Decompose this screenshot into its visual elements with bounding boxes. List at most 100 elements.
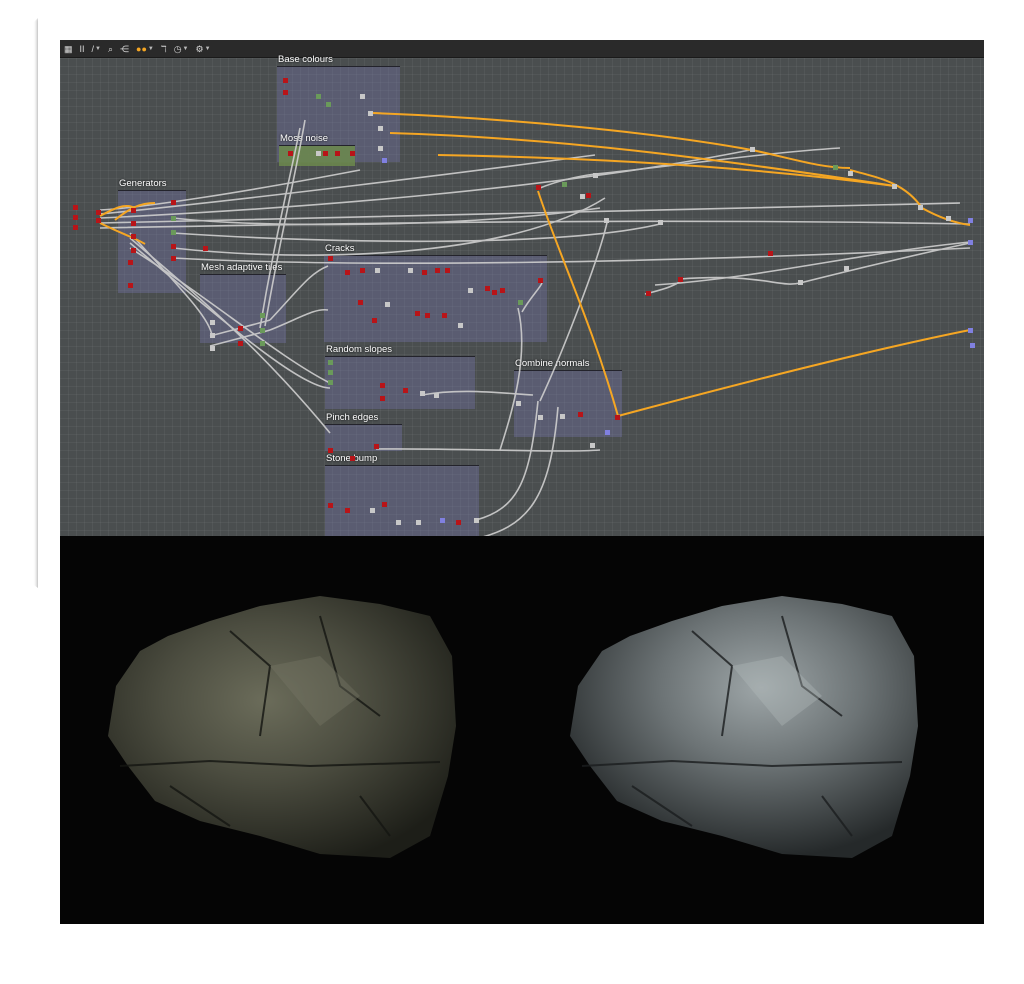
graph-node[interactable] xyxy=(492,290,497,295)
graph-node[interactable] xyxy=(328,360,333,365)
graph-node[interactable] xyxy=(538,278,543,283)
graph-node[interactable] xyxy=(750,147,755,152)
graph-node[interactable] xyxy=(586,193,591,198)
link-style-icon[interactable]: ●● ▼ xyxy=(136,44,154,54)
graph-node[interactable] xyxy=(368,111,373,116)
graph-node[interactable] xyxy=(646,291,651,296)
graph-node[interactable] xyxy=(458,323,463,328)
graph-node[interactable] xyxy=(516,401,521,406)
graph-node[interactable] xyxy=(370,508,375,513)
graph-node[interactable] xyxy=(380,383,385,388)
graph-node[interactable] xyxy=(171,256,176,261)
graph-node[interactable] xyxy=(468,288,473,293)
graph-node[interactable] xyxy=(434,393,439,398)
graph-node[interactable] xyxy=(238,326,243,331)
grid-icon[interactable]: ▦ xyxy=(64,44,73,54)
graph-node[interactable] xyxy=(210,346,215,351)
graph-node[interactable] xyxy=(396,520,401,525)
graph-node[interactable] xyxy=(560,414,565,419)
graph-node[interactable] xyxy=(844,266,849,271)
graph-node[interactable] xyxy=(968,218,973,223)
graph-node[interactable] xyxy=(131,248,136,253)
graph-node[interactable] xyxy=(538,415,543,420)
graph-node[interactable] xyxy=(283,90,288,95)
graph-node[interactable] xyxy=(73,215,78,220)
graph-node[interactable] xyxy=(350,456,355,461)
graph-node[interactable] xyxy=(131,221,136,226)
graph-node[interactable] xyxy=(171,200,176,205)
graph-node[interactable] xyxy=(360,268,365,273)
graph-node[interactable] xyxy=(380,396,385,401)
graph-node[interactable] xyxy=(445,268,450,273)
graph-node[interactable] xyxy=(678,277,683,282)
graph-node[interactable] xyxy=(131,208,136,213)
graph-node[interactable] xyxy=(283,78,288,83)
graph-node[interactable] xyxy=(416,520,421,525)
graph-node[interactable] xyxy=(378,146,383,151)
graph-node[interactable] xyxy=(485,286,490,291)
graph-node[interactable] xyxy=(328,503,333,508)
graph-node[interactable] xyxy=(382,158,387,163)
graph-node[interactable] xyxy=(323,151,328,156)
timer-icon[interactable]: ◷ ▼ xyxy=(174,44,189,54)
graph-node[interactable] xyxy=(768,251,773,256)
graph-node[interactable] xyxy=(375,268,380,273)
graph-node[interactable] xyxy=(374,444,379,449)
graph-node[interactable] xyxy=(128,283,133,288)
graph-node[interactable] xyxy=(970,343,975,348)
graph-node[interactable] xyxy=(131,234,136,239)
graph-node[interactable] xyxy=(848,171,853,176)
graph-node[interactable] xyxy=(260,328,265,333)
graph-node[interactable] xyxy=(833,165,838,170)
graph-node[interactable] xyxy=(425,313,430,318)
graph-node[interactable] xyxy=(238,341,243,346)
graph-node[interactable] xyxy=(372,318,377,323)
graph-node[interactable] xyxy=(518,300,523,305)
graph-node[interactable] xyxy=(210,320,215,325)
graph-node[interactable] xyxy=(328,370,333,375)
graph-node[interactable] xyxy=(378,126,383,131)
graph-node[interactable] xyxy=(326,102,331,107)
graph-node[interactable] xyxy=(500,288,505,293)
graph-node[interactable] xyxy=(316,151,321,156)
graph-node[interactable] xyxy=(345,270,350,275)
graph-node[interactable] xyxy=(171,216,176,221)
graph-node[interactable] xyxy=(316,94,321,99)
graph-node[interactable] xyxy=(203,246,208,251)
graph-node[interactable] xyxy=(382,502,387,507)
graph-node[interactable] xyxy=(335,151,340,156)
graph-node[interactable] xyxy=(403,388,408,393)
graph-node[interactable] xyxy=(350,151,355,156)
graph-node[interactable] xyxy=(615,415,620,420)
graph-node[interactable] xyxy=(435,268,440,273)
share-icon[interactable]: ⋲ xyxy=(120,44,129,54)
graph-node[interactable] xyxy=(385,302,390,307)
graph-node[interactable] xyxy=(580,194,585,199)
graph-node[interactable] xyxy=(260,313,265,318)
graph-node[interactable] xyxy=(415,311,420,316)
3d-viewport[interactable] xyxy=(60,536,984,924)
graph-node[interactable] xyxy=(96,210,101,215)
graph-node[interactable] xyxy=(442,313,447,318)
graph-node[interactable] xyxy=(604,218,609,223)
graph-node[interactable] xyxy=(536,185,541,190)
graph-node[interactable] xyxy=(590,443,595,448)
graph-node[interactable] xyxy=(456,520,461,525)
graph-node[interactable] xyxy=(345,508,350,513)
graph-node[interactable] xyxy=(73,205,78,210)
graph-node[interactable] xyxy=(128,260,133,265)
graph-node[interactable] xyxy=(328,380,333,385)
graph-node[interactable] xyxy=(328,448,333,453)
graph-node[interactable] xyxy=(358,300,363,305)
graph-node[interactable] xyxy=(968,240,973,245)
pause-icon[interactable]: II xyxy=(80,44,85,54)
graph-node[interactable] xyxy=(73,225,78,230)
graph-node[interactable] xyxy=(798,280,803,285)
pencil-icon[interactable]: / ▼ xyxy=(92,44,101,54)
zoom-icon[interactable]: ⌕ xyxy=(108,44,113,54)
graph-node[interactable] xyxy=(440,518,445,523)
graph-node[interactable] xyxy=(474,518,479,523)
graph-node[interactable] xyxy=(578,412,583,417)
graph-node[interactable] xyxy=(96,218,101,223)
graph-node[interactable] xyxy=(420,391,425,396)
